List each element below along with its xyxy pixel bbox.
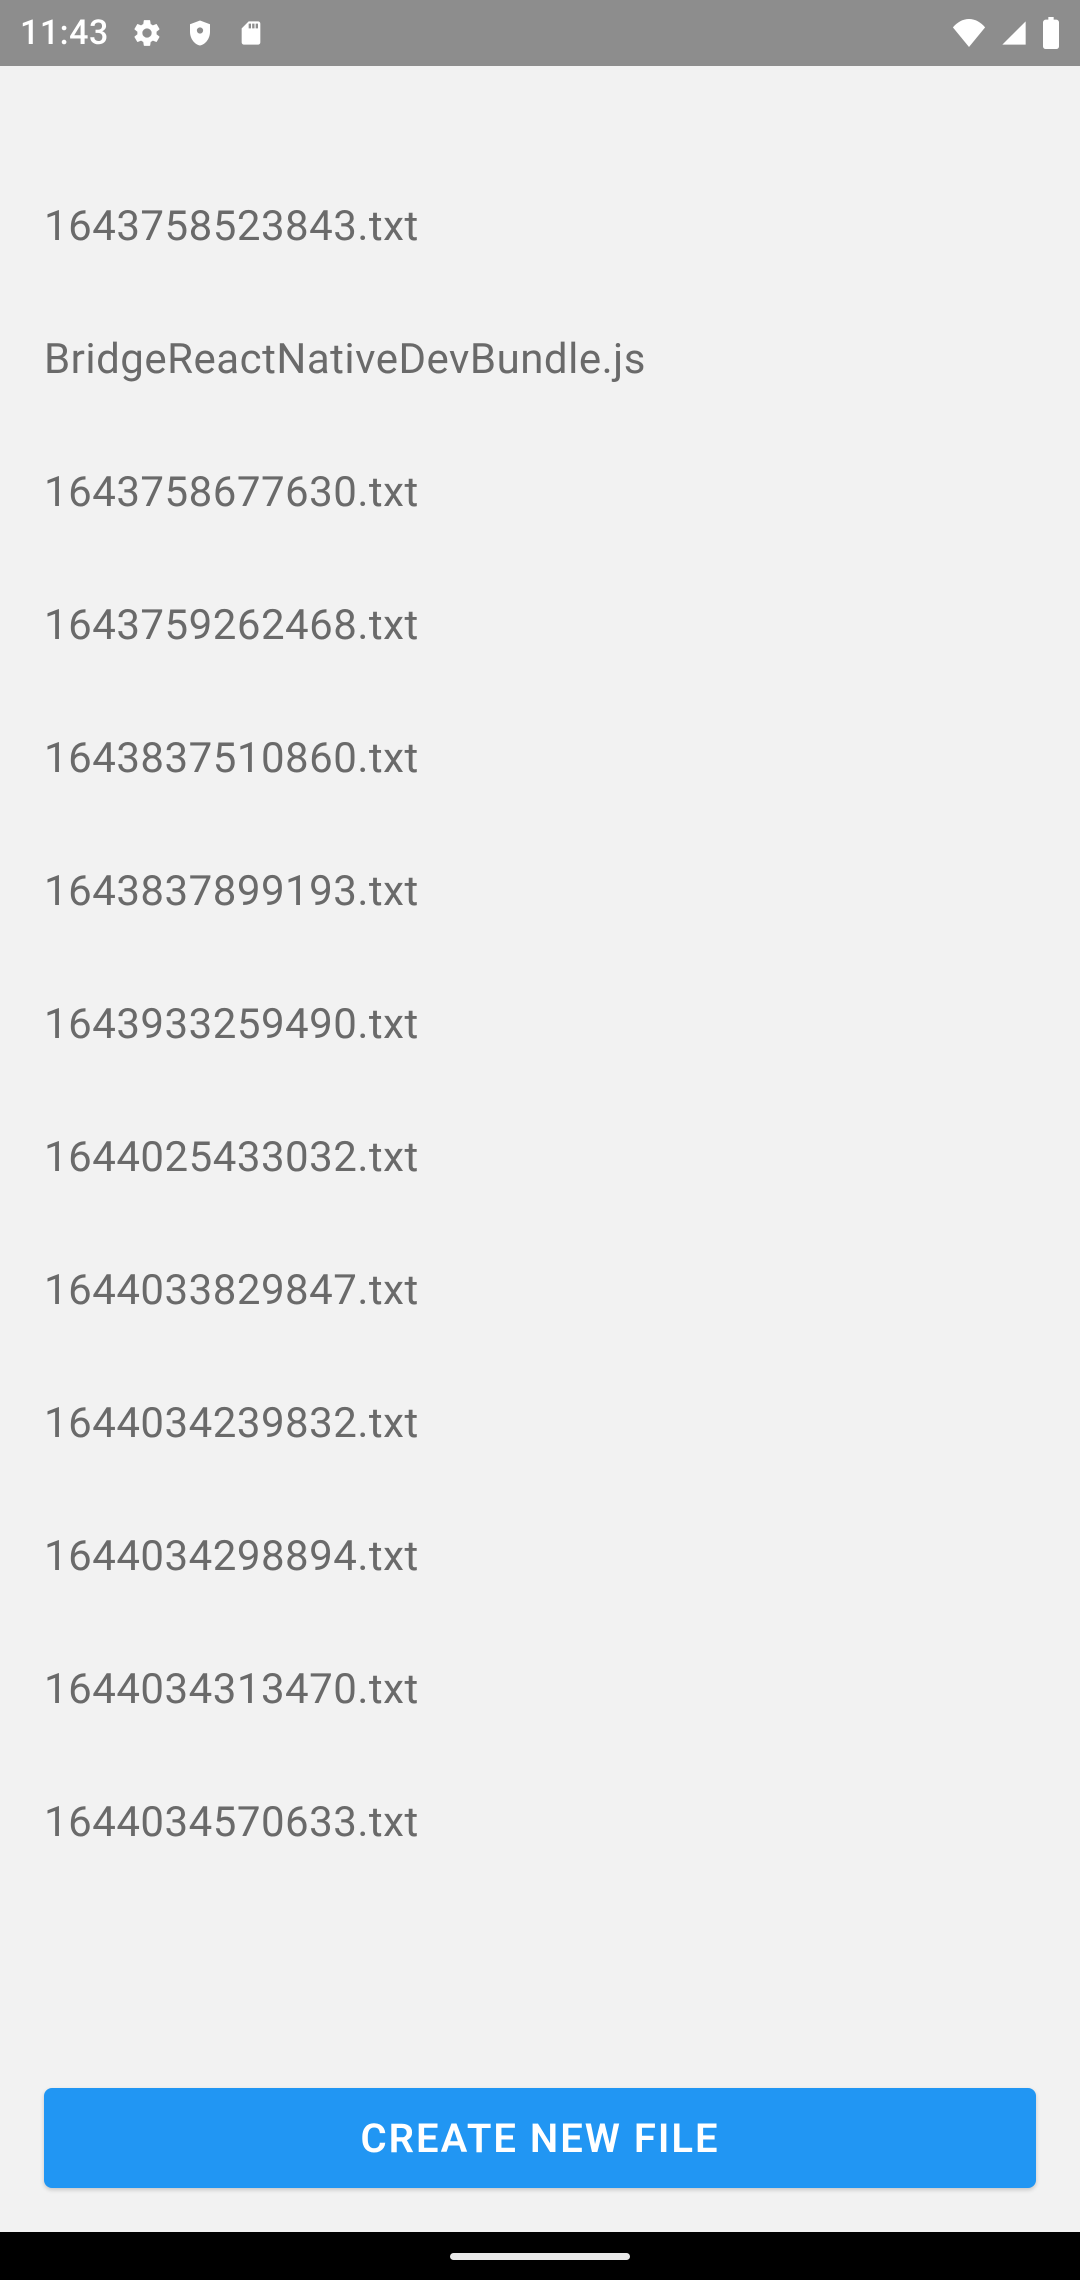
- file-name: 1644034570633.txt: [44, 1798, 419, 1847]
- file-name: 1643837510860.txt: [44, 734, 419, 783]
- status-bar: 11:43: [0, 0, 1080, 66]
- file-item[interactable]: 1643758523843.txt: [0, 160, 1080, 293]
- file-item[interactable]: 1644034298894.txt: [0, 1490, 1080, 1623]
- file-item[interactable]: 1643933259490.txt: [0, 958, 1080, 1091]
- file-item[interactable]: 1644034313470.txt: [0, 1623, 1080, 1756]
- file-item[interactable]: 1644034570633.txt: [0, 1756, 1080, 1889]
- system-nav-bar: [0, 2232, 1080, 2280]
- file-name: 1643758677630.txt: [44, 468, 419, 517]
- wifi-icon: [952, 19, 986, 47]
- file-item[interactable]: 1643837510860.txt: [0, 692, 1080, 825]
- file-item[interactable]: 1644025433032.txt: [0, 1091, 1080, 1224]
- screen-body: 1643758523843.txt BridgeReactNativeDevBun…: [0, 66, 1080, 2232]
- shield-icon: [185, 18, 215, 48]
- settings-gear-icon: [131, 17, 163, 49]
- file-name: 1643759262468.txt: [44, 601, 419, 650]
- file-item[interactable]: 1644033829847.txt: [0, 1224, 1080, 1357]
- file-item[interactable]: 1643759262468.txt: [0, 559, 1080, 692]
- file-name: 1644034298894.txt: [44, 1532, 419, 1581]
- battery-icon: [1042, 17, 1060, 49]
- create-new-file-button[interactable]: CREATE NEW FILE: [44, 2088, 1036, 2188]
- status-bar-left: 11:43: [20, 13, 265, 53]
- cell-signal-icon: [1000, 19, 1028, 47]
- file-item[interactable]: 1643758677630.txt: [0, 426, 1080, 559]
- gesture-handle-icon[interactable]: [450, 2253, 630, 2260]
- file-name: 1644033829847.txt: [44, 1266, 419, 1315]
- file-name: 1644034239832.txt: [44, 1399, 419, 1448]
- file-list[interactable]: 1643758523843.txt BridgeReactNativeDevBun…: [0, 66, 1080, 2084]
- status-bar-right: [952, 17, 1060, 49]
- file-item[interactable]: BridgeReactNativeDevBundle.js: [0, 293, 1080, 426]
- file-name: 1644025433032.txt: [44, 1133, 419, 1182]
- file-name: 1643758523843.txt: [44, 202, 419, 251]
- status-time: 11:43: [20, 13, 109, 53]
- file-name: 1643837899193.txt: [44, 867, 419, 916]
- file-name: 1644034313470.txt: [44, 1665, 419, 1714]
- file-name: 1643933259490.txt: [44, 1000, 419, 1049]
- file-name: BridgeReactNativeDevBundle.js: [44, 335, 646, 384]
- file-item[interactable]: 1643837899193.txt: [0, 825, 1080, 958]
- file-item[interactable]: 1644034239832.txt: [0, 1357, 1080, 1490]
- sd-card-icon: [237, 17, 265, 49]
- create-new-file-label: CREATE NEW FILE: [360, 2115, 719, 2162]
